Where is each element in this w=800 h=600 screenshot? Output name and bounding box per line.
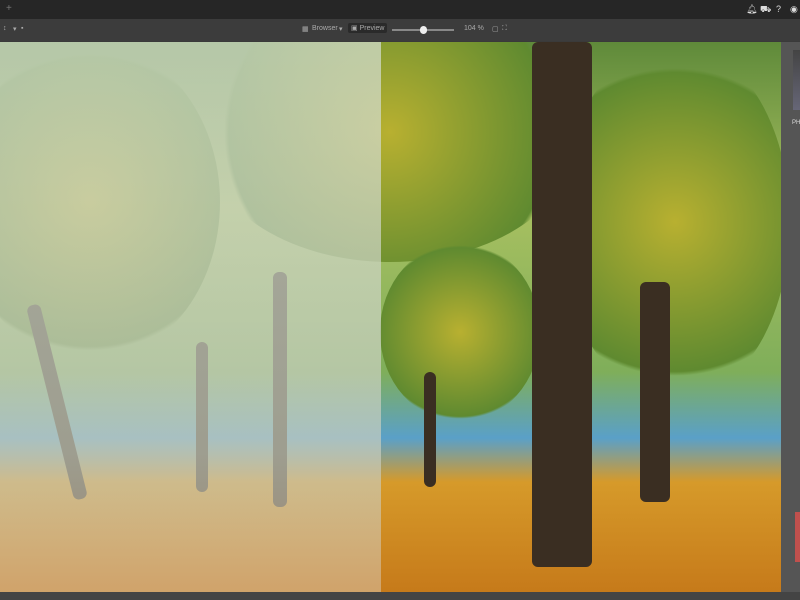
preview-button[interactable]: ▣ Preview	[348, 23, 388, 33]
bell-icon[interactable]: 🔔︎	[746, 4, 757, 15]
before-half-overlay	[0, 42, 381, 592]
browser-icon: ▦	[302, 26, 309, 33]
chevron-down-icon[interactable]: ▾	[13, 25, 17, 33]
color-swatch[interactable]	[795, 512, 800, 562]
tree-trunk	[532, 42, 592, 567]
photo-preview[interactable]	[0, 42, 781, 592]
add-tab-button[interactable]: +	[6, 3, 12, 14]
tree-trunk	[640, 282, 670, 502]
zoom-slider-handle[interactable]	[420, 26, 427, 34]
folder-icon[interactable]: ▪	[21, 25, 23, 32]
fullscreen-icon[interactable]: ⛶	[502, 25, 507, 33]
preview-label: Preview	[359, 25, 385, 32]
zoom-slider[interactable]	[392, 26, 454, 34]
status-bar	[0, 592, 800, 600]
user-icon[interactable]: ◉	[790, 4, 798, 15]
fit-icon[interactable]: ▢	[492, 25, 499, 33]
right-panel: PH	[781, 42, 800, 592]
title-bar: + 🔔︎ ⛟ ? ◉	[0, 0, 800, 19]
toolbar: ↕ ▾ ▪ ▦ Browser ▾ ▣ Preview 104 % ▢ ⛶	[0, 19, 800, 41]
cart-icon[interactable]: ⛟	[760, 4, 771, 16]
zoom-value: 104 %	[464, 25, 484, 32]
tree-foliage	[380, 242, 540, 422]
panel-label: PH	[792, 120, 800, 126]
browser-button[interactable]: Browser	[312, 25, 338, 32]
tree-trunk	[424, 372, 436, 487]
tree-foliage	[560, 42, 781, 402]
help-icon[interactable]: ?	[776, 4, 781, 14]
chevron-down-icon[interactable]: ▾	[339, 25, 343, 33]
histogram	[793, 50, 800, 110]
sort-button[interactable]: ↕	[3, 25, 7, 32]
